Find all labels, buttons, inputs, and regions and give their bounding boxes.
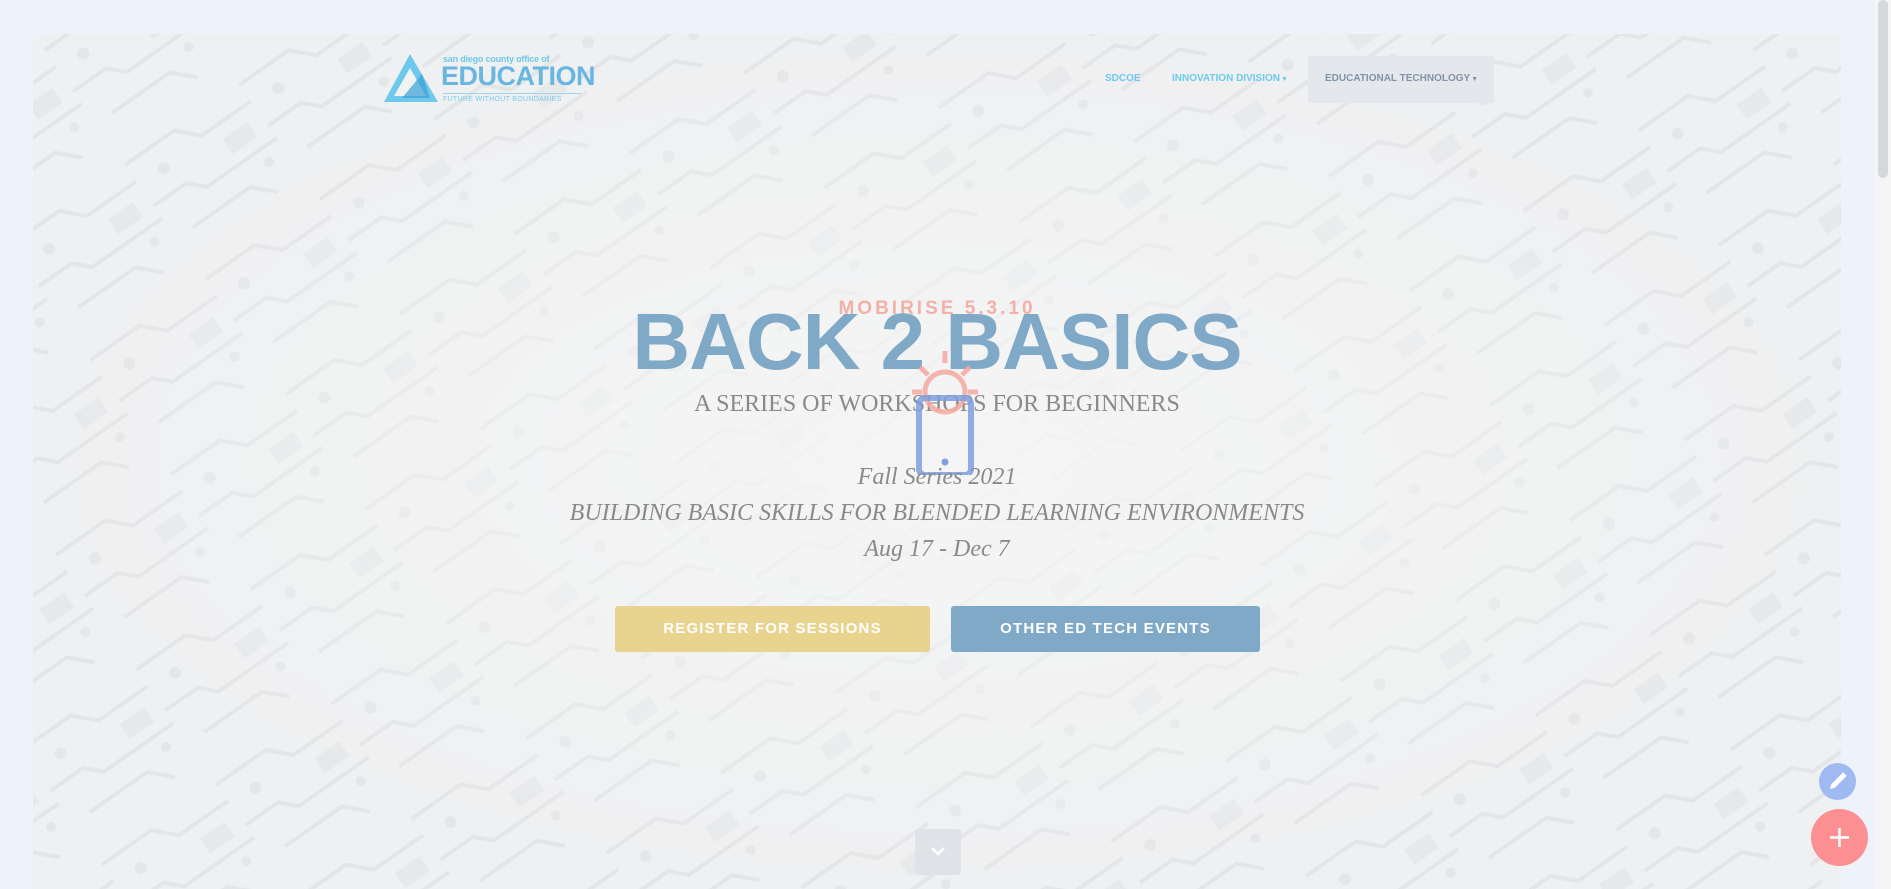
triangle-logo-icon xyxy=(384,54,438,102)
nav-edtech-label: EDUCATIONAL TECHNOLOGY xyxy=(1325,73,1471,84)
nav-educational-technology[interactable]: EDUCATIONAL TECHNOLOGY▼ xyxy=(1325,73,1478,84)
pencil-icon xyxy=(1830,772,1847,789)
scroll-down-button[interactable] xyxy=(915,829,961,875)
scrollbar-thumb[interactable] xyxy=(1878,0,1888,178)
add-block-button[interactable] xyxy=(1811,809,1868,866)
other-ed-tech-events-button[interactable]: OTHER ED TECH EVENTS xyxy=(951,606,1260,652)
page-frame: san diego county office of EDUCATION FUT… xyxy=(33,34,1841,889)
hero-theme: BUILDING BASIC SKILLS FOR BLENDED LEARNI… xyxy=(569,500,1305,526)
logo-tagline: FUTURE WITHOUT BOUNDARIES xyxy=(443,96,562,103)
logo-main-text: EDUCATION xyxy=(441,61,596,91)
nav-sdcoe-label: SDCOE xyxy=(1105,73,1141,84)
nav-educational-technology-container: EDUCATIONAL TECHNOLOGY▼ xyxy=(1308,56,1494,103)
lightbulb-phone-icon xyxy=(912,351,978,475)
nav-innovation-division[interactable]: INNOVATION DIVISION▼ xyxy=(1172,73,1288,84)
logo-divider xyxy=(443,93,581,94)
edit-button[interactable] xyxy=(1819,763,1856,800)
chevron-down-icon xyxy=(931,846,945,856)
page-scrollbar[interactable] xyxy=(1875,0,1891,889)
sdcoe-logo[interactable]: san diego county office of EDUCATION FUT… xyxy=(382,52,596,107)
hero-series: Fall Series 2021 xyxy=(857,464,1017,490)
caret-down-icon: ▼ xyxy=(1280,76,1288,83)
nav-innovation-label: INNOVATION DIVISION xyxy=(1172,73,1280,84)
hero-dates: Aug 17 - Dec 7 xyxy=(864,536,1010,562)
plus-icon xyxy=(1830,828,1849,847)
nav-sdcoe[interactable]: SDCOE xyxy=(1105,73,1141,84)
register-for-sessions-button[interactable]: REGISTER FOR SESSIONS xyxy=(615,606,930,652)
caret-down-icon: ▼ xyxy=(1471,76,1479,83)
top-navbar: san diego county office of EDUCATION FUT… xyxy=(33,34,1841,124)
